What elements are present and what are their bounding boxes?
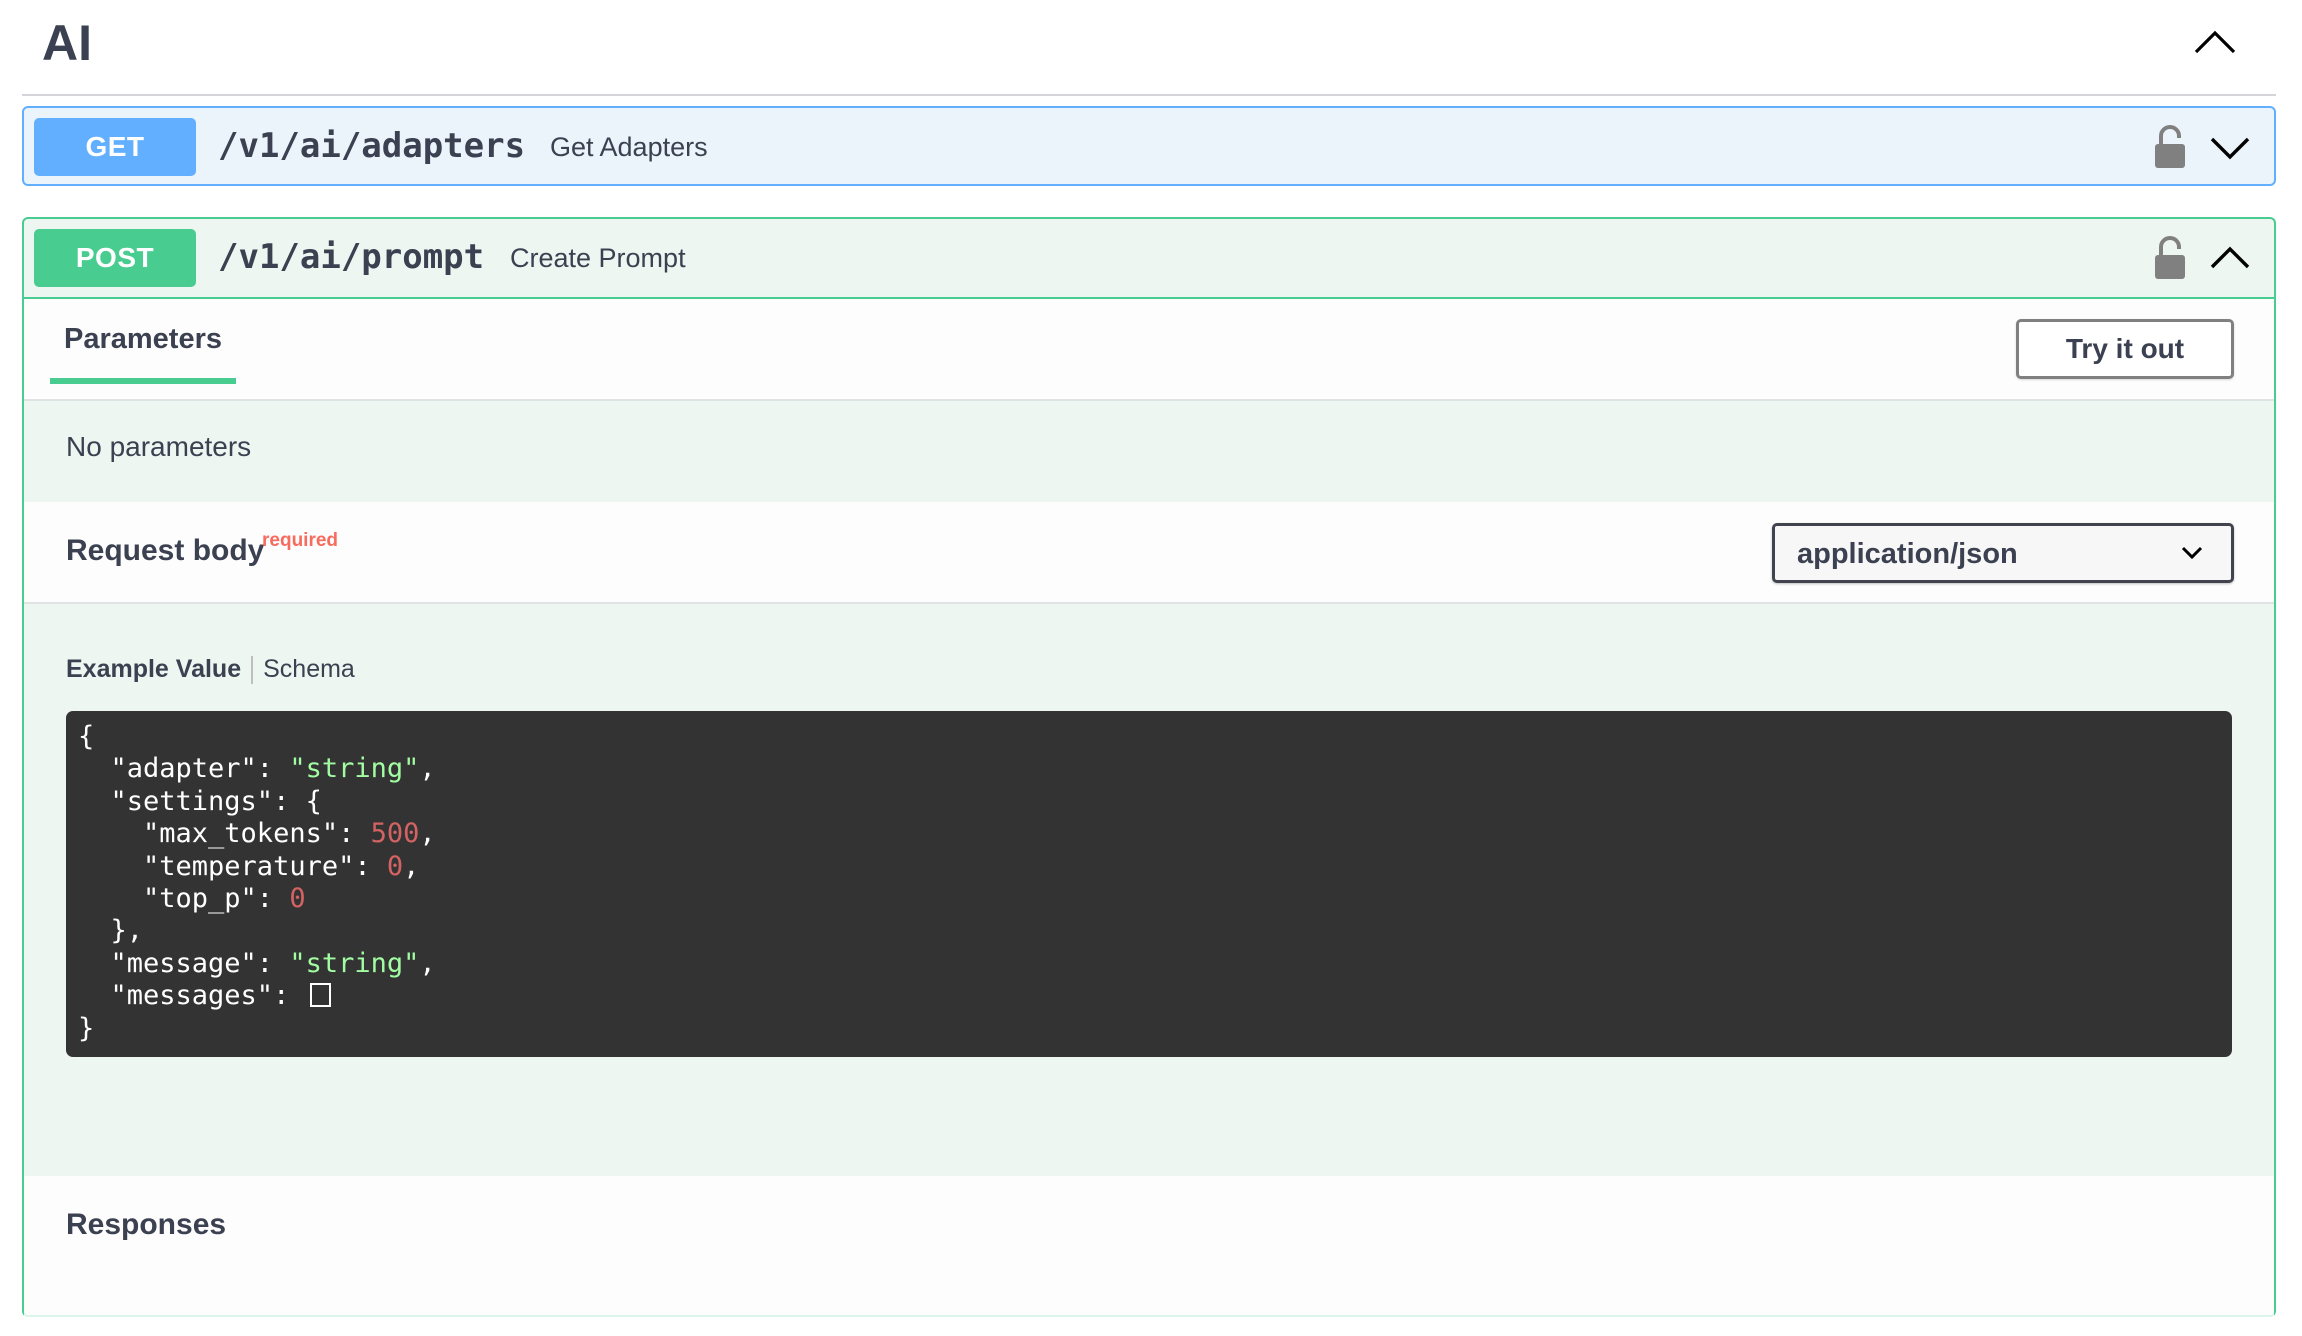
method-badge-post: POST xyxy=(34,229,196,287)
operation-path: /v1/ai/adapters xyxy=(218,126,526,166)
operation-summary: Get Adapters xyxy=(550,132,708,162)
content-type-value: application/json xyxy=(1797,538,2018,570)
operation-path: /v1/ai/prompt xyxy=(218,237,485,277)
opblock-post-prompt: POST /v1/ai/prompt Create Prompt Paramet… xyxy=(22,217,2276,1336)
opblock-summary-get[interactable]: GET /v1/ai/adapters Get Adapters xyxy=(24,108,2274,184)
content-type-select[interactable]: application/json xyxy=(1772,523,2234,583)
request-body-title: Request body xyxy=(66,534,265,567)
method-badge-get: GET xyxy=(34,118,196,176)
try-it-out-button[interactable]: Try it out xyxy=(2016,319,2234,379)
chevron-up-icon[interactable] xyxy=(2206,239,2254,277)
tab-example-value[interactable]: Example Value xyxy=(66,655,241,683)
empty-array-glyph xyxy=(309,983,331,1008)
opblock-get-adapters: GET /v1/ai/adapters Get Adapters xyxy=(22,106,2276,186)
example-json-code[interactable]: { "adapter": "string", "settings": { "ma… xyxy=(66,711,2232,1057)
tab-schema[interactable]: Schema xyxy=(263,655,355,683)
operation-summary: Create Prompt xyxy=(510,243,686,273)
chevron-up-icon[interactable] xyxy=(2192,22,2238,62)
tag-title[interactable]: AI xyxy=(42,14,92,72)
chevron-down-icon xyxy=(2181,546,2203,560)
no-parameters-text: No parameters xyxy=(66,431,252,462)
parameters-header: Parameters Try it out xyxy=(24,299,2274,401)
lock-icon[interactable] xyxy=(2152,235,2188,281)
responses-title: Responses xyxy=(66,1208,227,1241)
tab-parameters[interactable]: Parameters xyxy=(50,323,236,384)
tag-header[interactable]: AI xyxy=(22,0,2276,96)
request-body-header: Request body required application/json xyxy=(24,502,2274,604)
example-tabs: Example Value Schema xyxy=(66,655,355,685)
lock-icon[interactable] xyxy=(2152,124,2188,170)
chevron-down-icon[interactable] xyxy=(2206,128,2254,166)
required-badge: required xyxy=(262,530,339,551)
opblock-summary-post[interactable]: POST /v1/ai/prompt Create Prompt xyxy=(24,219,2274,299)
responses-header: Responses xyxy=(24,1176,2274,1336)
tab-divider xyxy=(251,656,254,685)
